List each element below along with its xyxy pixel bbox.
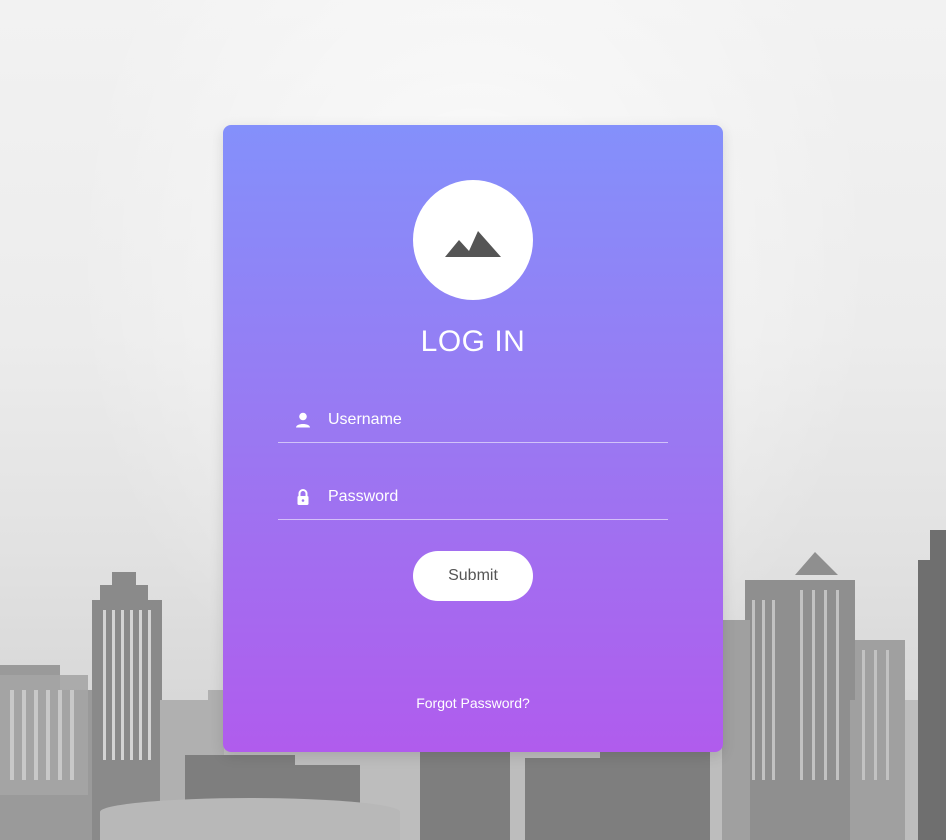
login-card: LOG IN Submit Forgot Password?	[223, 125, 723, 752]
password-input[interactable]	[328, 474, 668, 519]
forgot-password-link[interactable]: Forgot Password?	[223, 695, 723, 711]
submit-button[interactable]: Submit	[413, 551, 533, 601]
page-title: LOG IN	[420, 325, 526, 358]
username-field	[278, 397, 668, 443]
password-field	[278, 474, 668, 520]
mountain-icon	[445, 231, 501, 257]
logo	[413, 180, 533, 300]
lock-icon	[278, 488, 328, 506]
person-icon	[278, 411, 328, 429]
username-input[interactable]	[328, 397, 668, 442]
